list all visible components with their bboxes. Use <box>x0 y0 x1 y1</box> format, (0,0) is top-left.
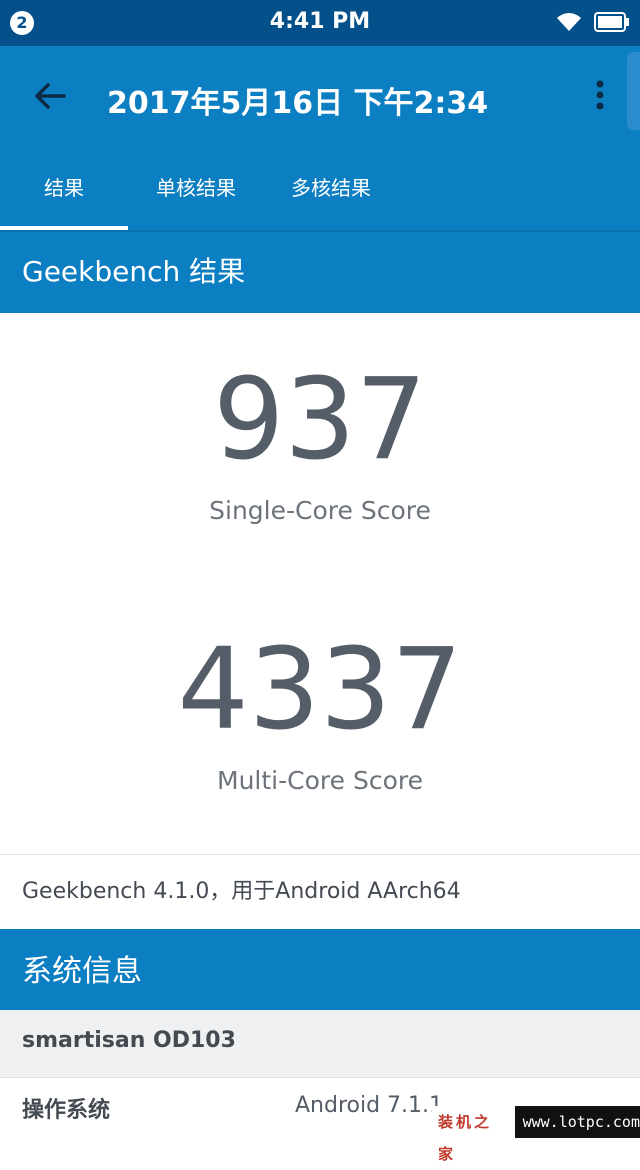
multi-core-score: 4337 <box>177 625 463 755</box>
device-name: smartisan OD103 <box>22 1028 236 1053</box>
watermark-label: 装机之家 <box>432 1106 515 1163</box>
wifi-icon <box>557 13 581 31</box>
page-title: 2017年5月16日 下午2:34 <box>107 86 489 121</box>
battery-icon <box>594 12 629 32</box>
results-header-title: Geekbench 结果 <box>22 255 246 288</box>
os-value: Android 7.1.1 <box>295 1093 444 1118</box>
os-label: 操作系统 <box>22 1098 111 1123</box>
scroll-handle[interactable] <box>627 52 640 130</box>
system-info-title: 系统信息 <box>22 954 142 989</box>
more-vert-icon[interactable] <box>588 78 612 112</box>
single-core-label: Single-Core Score <box>209 496 431 525</box>
system-info-header: 系统信息 <box>0 929 640 1010</box>
divider <box>0 854 640 855</box>
watermark: 装机之家 www.lotpc.com <box>432 1106 640 1163</box>
device-row: smartisan OD103 <box>0 1010 640 1078</box>
version-info: Geekbench 4.1.0，用于Android AArch64 <box>22 879 461 904</box>
results-section-header: Geekbench 结果 <box>0 230 640 313</box>
tab-multi-core-results[interactable]: 多核结果 <box>266 146 396 230</box>
arrow-left-icon[interactable] <box>30 80 70 112</box>
tab-single-core-results[interactable]: 单核结果 <box>132 146 260 230</box>
multi-core-label: Multi-Core Score <box>217 766 423 795</box>
watermark-url: www.lotpc.com <box>522 1113 640 1131</box>
tab-results[interactable]: 结果 <box>0 146 128 230</box>
status-bar: 2 4:41 PM <box>0 0 640 46</box>
app-bar: 2017年5月16日 下午2:34 结果 单核结果 多核结果 <box>0 46 640 230</box>
tab-bar: 结果 单核结果 多核结果 <box>0 146 640 230</box>
single-core-score: 937 <box>213 355 427 485</box>
status-time: 4:41 PM <box>269 9 371 34</box>
